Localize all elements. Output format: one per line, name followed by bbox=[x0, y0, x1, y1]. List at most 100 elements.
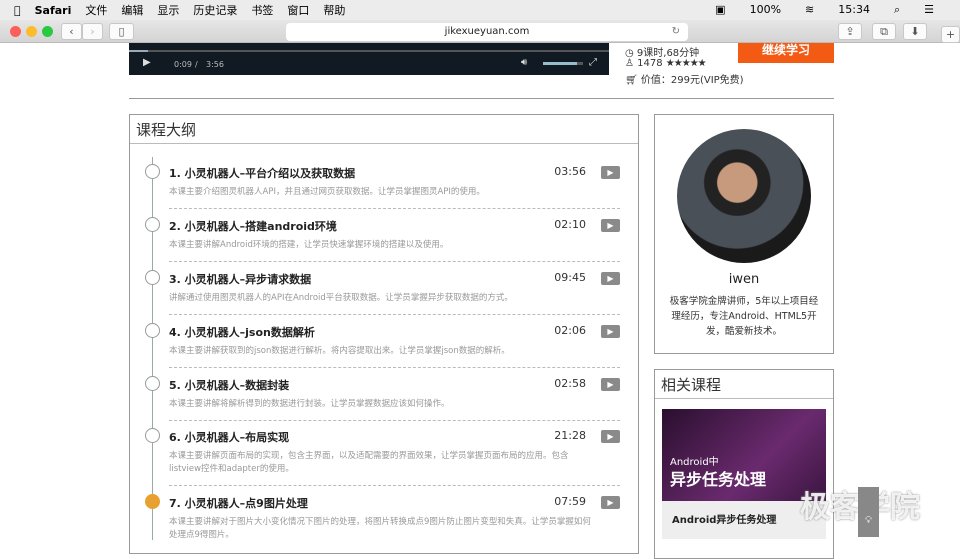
play-lesson-button[interactable]: ▶ bbox=[601, 430, 620, 443]
wifi-icon[interactable]: ≋ bbox=[805, 3, 814, 17]
lesson-separator bbox=[169, 367, 620, 368]
lesson-status-circle bbox=[145, 323, 160, 338]
share-icon[interactable]: ⇪ bbox=[838, 23, 862, 40]
teacher-card: iwen 极客学院金牌讲师，5年以上项目经理经历，专注Android、HTML5… bbox=[654, 114, 834, 354]
play-icon[interactable]: ▶ bbox=[143, 57, 151, 68]
clock[interactable]: 15:34 bbox=[838, 3, 870, 17]
lesson-duration: 09:45 bbox=[554, 271, 586, 284]
menu-bookmarks[interactable]: 书签 bbox=[251, 2, 273, 18]
lesson-separator bbox=[169, 314, 620, 315]
current-time: 0:09 bbox=[174, 60, 192, 69]
camera-icon[interactable]: ▣ bbox=[715, 3, 725, 17]
lesson-title[interactable]: 1. 小灵机器人–平台介绍以及获取数据 bbox=[169, 165, 355, 181]
lesson-status-circle bbox=[145, 217, 160, 232]
url-text: jikexueyuan.com bbox=[444, 26, 530, 37]
price-text: 价值：299元(VIP免费) bbox=[640, 75, 744, 86]
lightbulb-icon: 💡︎ bbox=[865, 515, 872, 526]
lesson-item[interactable]: 7. 小灵机器人–点9图片处理 07:59 ▶ 本课主要讲解对于图片大小变化情况… bbox=[145, 494, 620, 544]
menu-history[interactable]: 历史记录 bbox=[193, 2, 237, 18]
lesson-title[interactable]: 4. 小灵机器人–json数据解析 bbox=[169, 324, 315, 340]
lesson-separator bbox=[169, 485, 620, 486]
rating-stars: ★★★★★ bbox=[665, 58, 707, 69]
lesson-item[interactable]: 3. 小灵机器人–异步请求数据 09:45 ▶ 讲解通过使用图灵机器人的API在… bbox=[145, 270, 620, 320]
cart-icon: 🛒︎ bbox=[625, 75, 641, 86]
duration: 3:56 bbox=[206, 60, 224, 69]
new-tab-button[interactable]: + bbox=[941, 26, 960, 43]
lesson-title[interactable]: 7. 小灵机器人–点9图片处理 bbox=[169, 495, 308, 511]
lesson-duration: 02:10 bbox=[554, 218, 586, 231]
lesson-title[interactable]: 3. 小灵机器人–异步请求数据 bbox=[169, 271, 311, 287]
battery-status[interactable]: 100% bbox=[750, 3, 781, 17]
menu-help[interactable]: 帮助 bbox=[323, 2, 345, 18]
tabs-icon[interactable]: ⧉ bbox=[872, 23, 896, 40]
lesson-status-circle bbox=[145, 376, 160, 391]
zoom-window-button[interactable] bbox=[42, 26, 53, 37]
lesson-title[interactable]: 5. 小灵机器人–数据封装 bbox=[169, 377, 289, 393]
menu-file[interactable]: 文件 bbox=[85, 2, 107, 18]
menu-window[interactable]: 窗口 bbox=[287, 2, 309, 18]
fullscreen-icon[interactable]: ⤢ bbox=[589, 57, 597, 68]
menu-app[interactable]: Safari bbox=[35, 4, 72, 17]
lesson-description: 本课主要讲解将解析得到的数据进行封装。让学员掌握数据应该如何操作。 bbox=[169, 399, 450, 409]
related-title: 相关课程 bbox=[655, 370, 833, 399]
play-lesson-button[interactable]: ▶ bbox=[601, 272, 620, 285]
lesson-title[interactable]: 2. 小灵机器人–搭建android环境 bbox=[169, 218, 337, 234]
play-lesson-button[interactable]: ▶ bbox=[601, 219, 620, 232]
list-icon[interactable]: ☰ bbox=[924, 3, 934, 17]
lesson-separator bbox=[169, 420, 620, 421]
menu-bar:  Safari 文件 编辑 显示 历史记录 书签 窗口 帮助 ▣ 100% ≋… bbox=[0, 0, 960, 20]
course-duration: ◷ 9课时,68分钟 bbox=[625, 44, 699, 59]
related-courses: 相关课程 Android中 异步任务处理 Android异步任务处理 bbox=[654, 369, 834, 559]
lesson-item[interactable]: 5. 小灵机器人–数据封装 02:58 ▶ 本课主要讲解将解析得到的数据进行封装… bbox=[145, 376, 620, 426]
teacher-bio: 极客学院金牌讲师，5年以上项目经理经历，专注Android、HTML5开发，酷爱… bbox=[669, 296, 819, 337]
lesson-description: 本课主要讲解页面布局的实现，包含主界面，以及适配需要的界面效果，让学员掌握页面布… bbox=[169, 451, 569, 474]
lesson-status-circle bbox=[145, 270, 160, 285]
lesson-title[interactable]: 6. 小灵机器人–布局实现 bbox=[169, 429, 289, 445]
volume-slider[interactable] bbox=[543, 62, 583, 65]
video-player[interactable]: ▶ 0:09 / 3:56 🔊︎ ⤢ bbox=[129, 43, 609, 75]
teacher-avatar bbox=[677, 129, 811, 263]
lesson-description: 本课主要讲解Android环境的搭建，让学员快速掌握环境的搭建以及使用。 bbox=[169, 240, 449, 250]
lesson-item[interactable]: 6. 小灵机器人–布局实现 21:28 ▶ 本课主要讲解页面布局的实现，包含主界… bbox=[145, 428, 620, 486]
download-icon[interactable]: ⬇ bbox=[903, 23, 927, 40]
lesson-duration: 02:58 bbox=[554, 377, 586, 390]
user-icon: ♙ bbox=[625, 58, 638, 69]
apple-menu-icon[interactable]:  bbox=[14, 4, 21, 17]
lesson-item[interactable]: 1. 小灵机器人–平台介绍以及获取数据 03:56 ▶ 本课主要介绍图灵机器人A… bbox=[145, 164, 620, 214]
volume-icon[interactable]: 🔊︎ bbox=[521, 57, 527, 68]
lesson-item[interactable]: 4. 小灵机器人–json数据解析 02:06 ▶ 本课主要讲解获取到的json… bbox=[145, 323, 620, 373]
course-students: ♙ 1478 ★★★★★ bbox=[625, 58, 707, 69]
address-bar[interactable]: jikexueyuan.com ↻ bbox=[286, 23, 688, 41]
lesson-item[interactable]: 2. 小灵机器人–搭建android环境 02:10 ▶ 本课主要讲解Andro… bbox=[145, 217, 620, 267]
course-price: 🛒︎ 价值：299元(VIP免费) bbox=[625, 71, 744, 86]
play-lesson-button[interactable]: ▶ bbox=[601, 496, 620, 509]
student-count: 1478 bbox=[637, 58, 663, 69]
sidebar-icon[interactable]: ▯ bbox=[109, 23, 134, 40]
lesson-description: 本课主要讲解获取到的json数据进行解析。将内容提取出来。让学员掌握json数据… bbox=[169, 346, 510, 356]
continue-learning-button[interactable]: 继续学习 bbox=[738, 43, 834, 63]
lesson-status-circle bbox=[145, 494, 160, 509]
back-button[interactable]: ‹ bbox=[61, 23, 82, 40]
close-window-button[interactable] bbox=[10, 26, 21, 37]
menu-edit[interactable]: 编辑 bbox=[121, 2, 143, 18]
feedback-button[interactable]: 💡︎ bbox=[858, 487, 879, 537]
image-title: 异步任务处理 bbox=[670, 470, 767, 489]
lesson-separator bbox=[169, 208, 620, 209]
minimize-window-button[interactable] bbox=[26, 26, 37, 37]
lesson-description: 本课主要介绍图灵机器人API，并且通过网页获取数据。让学员掌握图灵API的使用。 bbox=[169, 187, 485, 197]
forward-button[interactable]: › bbox=[82, 23, 103, 40]
lesson-description: 本课主要讲解对于图片大小变化情况下图片的处理，将图片转换成点9图片防止图片变型和… bbox=[169, 517, 591, 540]
play-lesson-button[interactable]: ▶ bbox=[601, 378, 620, 391]
lesson-status-circle bbox=[145, 164, 160, 179]
lesson-description: 讲解通过使用图灵机器人的API在Android平台获取数据。让学员掌握异步获取数… bbox=[169, 293, 513, 303]
search-icon[interactable]: ⌕ bbox=[894, 3, 900, 17]
divider bbox=[129, 98, 834, 99]
video-progress-bar[interactable] bbox=[129, 50, 609, 52]
play-lesson-button[interactable]: ▶ bbox=[601, 166, 620, 179]
reload-icon[interactable]: ↻ bbox=[672, 23, 680, 41]
play-lesson-button[interactable]: ▶ bbox=[601, 325, 620, 338]
lesson-separator bbox=[169, 261, 620, 262]
lesson-duration: 07:59 bbox=[554, 495, 586, 508]
teacher-name: iwen bbox=[728, 272, 760, 287]
menu-view[interactable]: 显示 bbox=[157, 2, 179, 18]
